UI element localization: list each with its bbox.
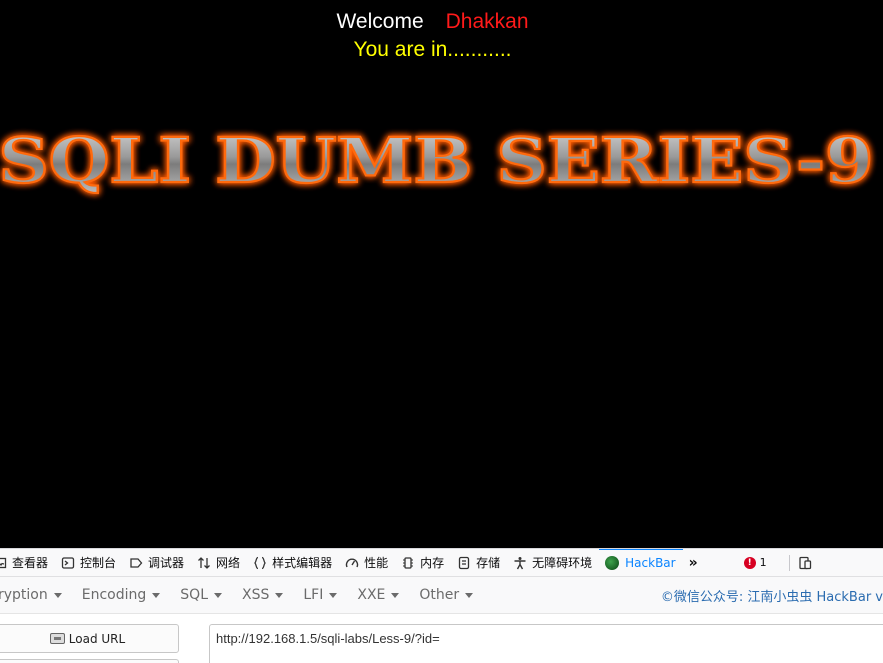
network-icon bbox=[198, 556, 211, 569]
tab-label: 控制台 bbox=[80, 556, 117, 570]
tab-memory[interactable]: 内存 bbox=[395, 549, 451, 576]
tab-style-editor[interactable]: 样式编辑器 bbox=[247, 549, 339, 576]
caret-down-icon bbox=[152, 592, 161, 598]
console-icon bbox=[61, 556, 75, 569]
error-icon: ! bbox=[743, 556, 756, 569]
responsive-design-icon[interactable] bbox=[798, 556, 812, 570]
tab-label: 存储 bbox=[476, 556, 501, 570]
tab-accessibility[interactable]: 无障碍环境 bbox=[507, 549, 599, 576]
tab-label: 样式编辑器 bbox=[272, 556, 333, 570]
menu-label: XXE bbox=[357, 587, 386, 603]
caret-down-icon bbox=[391, 592, 400, 598]
browser-page: Welcome Dhakkan You are in........... SQ… bbox=[0, 0, 883, 663]
load-url-button[interactable]: Load URL bbox=[0, 624, 179, 653]
menu-label: Encoding bbox=[81, 587, 147, 603]
page-viewport: Welcome Dhakkan You are in........... SQ… bbox=[0, 0, 883, 548]
tab-label: 内存 bbox=[420, 556, 445, 570]
menu-label: XSS bbox=[242, 587, 270, 603]
caret-down-icon bbox=[275, 592, 284, 598]
performance-icon bbox=[345, 558, 359, 567]
error-count: 1 bbox=[759, 556, 767, 569]
welcome-line: Welcome Dhakkan bbox=[0, 9, 865, 35]
menu-label: SQL bbox=[180, 587, 208, 603]
hackbar-body: Load URL http://192.168.1.5/sqli-labs/Le… bbox=[0, 614, 883, 663]
menu-sql[interactable]: SQL bbox=[170, 587, 232, 603]
tab-console[interactable]: 控制台 bbox=[55, 549, 123, 576]
banner-image: SQLI DUMB SERIES-9 bbox=[0, 112, 883, 202]
menu-xss[interactable]: XSS bbox=[232, 587, 293, 603]
inspector-icon bbox=[0, 557, 7, 568]
menu-other[interactable]: Other bbox=[409, 587, 483, 603]
more-tabs-chevron-icon[interactable]: » bbox=[683, 555, 704, 571]
error-count-badge[interactable]: ! 1 bbox=[743, 556, 767, 569]
devtools-toolbar: 查看器 控制台 调试器 网络 样式编辑器 性能 内存 存储 无障碍环境 Hack… bbox=[0, 548, 883, 577]
menu-lfi[interactable]: LFI bbox=[293, 587, 347, 603]
tab-label: 无障碍环境 bbox=[532, 556, 593, 570]
welcome-label: Welcome bbox=[336, 10, 424, 33]
tab-hackbar[interactable]: HackBar bbox=[599, 549, 684, 576]
toolbar-divider bbox=[788, 554, 790, 571]
load-url-label: Load URL bbox=[68, 631, 126, 646]
load-url-icon bbox=[49, 633, 65, 644]
url-input[interactable]: http://192.168.1.5/sqli-labs/Less-9/?id= bbox=[209, 624, 883, 663]
style-editor-icon bbox=[254, 556, 266, 569]
tab-network[interactable]: 网络 bbox=[191, 549, 247, 576]
hackbar-icon bbox=[605, 555, 620, 570]
caret-down-icon bbox=[465, 592, 474, 598]
menu-encoding[interactable]: Encoding bbox=[72, 587, 171, 603]
hackbar-menu-bar: ryption Encoding SQL XSS LFI XXE Other ©… bbox=[0, 577, 883, 614]
tab-performance[interactable]: 性能 bbox=[339, 549, 395, 576]
status-message: You are in........... bbox=[353, 38, 512, 61]
memory-icon bbox=[403, 556, 414, 569]
menu-label: LFI bbox=[303, 587, 324, 603]
tab-label: HackBar bbox=[625, 555, 676, 570]
menu-encryption[interactable]: ryption bbox=[0, 587, 72, 603]
menu-label: ryption bbox=[0, 587, 48, 603]
menu-xxe[interactable]: XXE bbox=[347, 587, 409, 603]
accessibility-icon bbox=[514, 556, 526, 569]
caret-down-icon bbox=[53, 592, 62, 598]
tab-storage[interactable]: 存储 bbox=[451, 549, 507, 576]
hackbar-brand: ©微信公众号: 江南小虫虫 HackBar v bbox=[660, 589, 883, 605]
debugger-icon bbox=[130, 557, 143, 568]
tab-label: 查看器 bbox=[12, 556, 49, 570]
banner-title: SQLI DUMB SERIES-9 bbox=[0, 124, 874, 197]
split-url-button[interactable] bbox=[0, 659, 179, 663]
tab-debugger[interactable]: 调试器 bbox=[123, 549, 191, 576]
caret-down-icon bbox=[214, 592, 222, 598]
storage-icon bbox=[458, 556, 470, 569]
tab-label: 调试器 bbox=[148, 556, 185, 570]
tab-label: 性能 bbox=[364, 556, 389, 570]
caret-down-icon bbox=[329, 592, 338, 598]
tab-inspector[interactable]: 查看器 bbox=[0, 549, 55, 576]
tab-label: 网络 bbox=[216, 556, 241, 570]
user-name: Dhakkan bbox=[445, 10, 529, 33]
menu-label: Other bbox=[419, 587, 460, 603]
